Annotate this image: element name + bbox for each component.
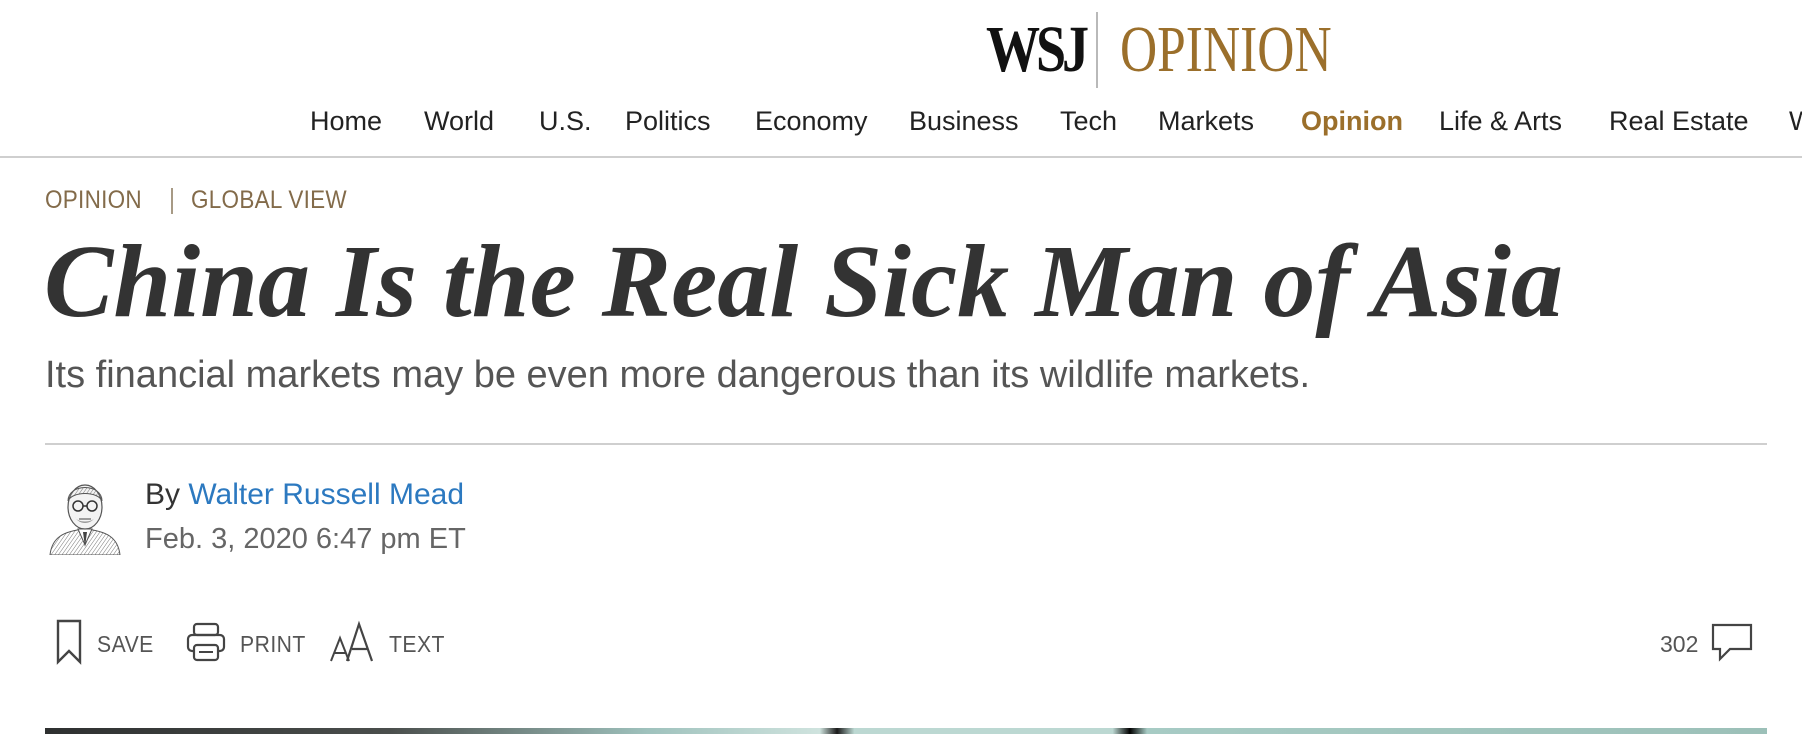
nav-item-business[interactable]: Business — [909, 98, 1019, 144]
speech-bubble-icon — [1710, 622, 1754, 667]
masthead: WSJ OPINION Home World U.S. Politics Eco… — [0, 0, 1802, 158]
save-label: SAVE — [97, 630, 154, 657]
printer-icon — [186, 621, 226, 668]
author-avatar[interactable] — [48, 475, 122, 556]
hero-image — [45, 728, 1767, 734]
nav-item-real-estate[interactable]: Real Estate — [1609, 98, 1749, 144]
nav-item-economy[interactable]: Economy — [755, 98, 868, 144]
article-toolbar: SAVE PRINT TEXT — [0, 616, 1802, 672]
article-dek: Its financial markets may be even more d… — [45, 354, 1311, 396]
section-breadcrumb: OPINION GLOBAL VIEW — [45, 186, 364, 215]
nav-item-life-arts[interactable]: Life & Arts — [1439, 98, 1562, 144]
logo-divider — [1096, 12, 1098, 88]
nav-item-world[interactable]: World — [424, 98, 494, 144]
save-button[interactable]: SAVE — [55, 616, 159, 672]
comments-button[interactable]: 302 — [1660, 616, 1754, 672]
nav-item-markets[interactable]: Markets — [1158, 98, 1254, 144]
main-nav: Home World U.S. Politics Economy Busines… — [0, 98, 1802, 144]
logo-wsj: WSJ — [986, 13, 1089, 86]
nav-item-tech[interactable]: Tech — [1060, 98, 1117, 144]
nav-item-politics[interactable]: Politics — [625, 98, 711, 144]
text-size-button[interactable]: TEXT — [329, 616, 450, 672]
nav-item-opinion[interactable]: Opinion — [1301, 98, 1403, 144]
print-button[interactable]: PRINT — [186, 616, 312, 672]
byline-prefix: By — [145, 478, 181, 511]
breadcrumb-divider — [170, 187, 173, 214]
wsj-opinion-logo[interactable]: WSJ OPINION — [986, 12, 1391, 88]
text-label: TEXT — [389, 630, 445, 657]
author-link[interactable]: Walter Russell Mead — [188, 478, 464, 511]
print-label: PRINT — [240, 630, 306, 657]
comment-count: 302 — [1660, 630, 1699, 657]
byline: By Walter Russell Mead — [145, 474, 464, 516]
bookmark-icon — [55, 619, 83, 670]
nav-item-home[interactable]: Home — [310, 98, 382, 144]
divider-rule — [45, 443, 1767, 445]
text-size-icon — [329, 620, 375, 669]
article-headline: China Is the Real Sick Man of Asia — [44, 224, 1563, 339]
nav-item-more[interactable]: W — [1789, 98, 1802, 144]
article-timestamp: Feb. 3, 2020 6:47 pm ET — [145, 523, 466, 555]
section-link-opinion[interactable]: OPINION — [45, 186, 142, 215]
section-link-global-view[interactable]: GLOBAL VIEW — [191, 186, 347, 215]
logo-opinion: OPINION — [1120, 13, 1332, 86]
nav-item-us[interactable]: U.S. — [539, 98, 592, 144]
